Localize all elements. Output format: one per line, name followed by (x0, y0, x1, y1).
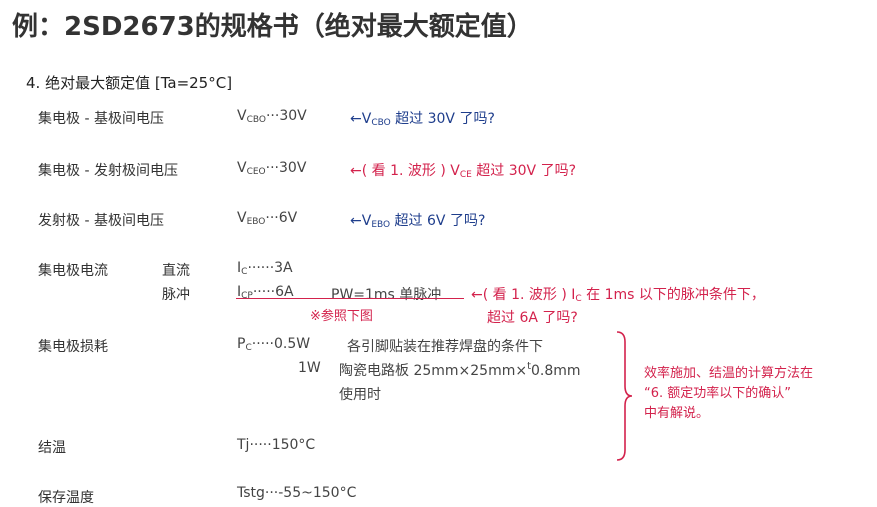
ic-dc-label: 直流 (162, 263, 190, 279)
pc-value: PC·····0.5W (237, 336, 311, 353)
vebo-note: ←VEBO 超过 6V 了吗? (350, 213, 486, 230)
pc-value-2: 1W (298, 360, 321, 376)
vceo-label: 集电极 - 发射极间电压 (38, 163, 178, 179)
vebo-value: VEBO···6V (237, 210, 298, 227)
right-brace (616, 331, 633, 461)
ic-dc-value: IC······3A (237, 260, 293, 277)
vebo-label: 发射极 - 基极间电压 (38, 213, 164, 229)
vcbo-note: ←VCBO 超过 30V 了吗? (350, 111, 495, 128)
tj-value: Tj·····150°C (237, 437, 316, 453)
vcbo-label: 集电极 - 基极间电压 (38, 111, 164, 127)
pulse-underline (236, 298, 464, 299)
page-title: 例：2SD2673的规格书（绝对最大额定值） (12, 12, 533, 42)
vcbo-value: VCBO···30V (237, 108, 307, 125)
ic-note-line1: ←( 看 1. 波形 ) IC 在 1ms 以下的脉冲条件下， (471, 287, 765, 304)
tstg-value: Tstg···-55~150°C (237, 485, 357, 501)
pc-condition-2: 陶瓷电路板 25mm×25mm×t0.8mm (339, 361, 581, 379)
side-note-line1: 效率施加、结温的计算方法在 (644, 366, 814, 381)
ic-label: 集电极电流 (38, 263, 108, 279)
pc-condition-1: 各引脚贴装在推荐焊盘的条件下 (347, 339, 543, 355)
side-note-line2: “6. 额定功率以下的确认” (644, 386, 792, 401)
see-figure-note: ※参照下图 (310, 309, 373, 324)
pc-label: 集电极损耗 (38, 339, 108, 355)
tj-label: 结温 (38, 440, 66, 456)
ic-pulse-condition: PW=1ms 单脉冲 (331, 287, 442, 303)
section-heading: 4. 绝对最大额定值 [Ta=25°C] (26, 74, 233, 92)
pc-condition-2-line2: 使用时 (339, 387, 381, 403)
ic-note-line2: 超过 6A 了吗? (487, 310, 578, 326)
tstg-label: 保存温度 (38, 490, 94, 506)
vceo-note: ←( 看 1. 波形 ) VCE 超过 30V 了吗? (350, 163, 577, 180)
ic-pulse-label: 脉冲 (162, 287, 190, 303)
vceo-value: VCEO···30V (237, 160, 307, 177)
side-note-line3: 中有解说。 (644, 406, 710, 421)
